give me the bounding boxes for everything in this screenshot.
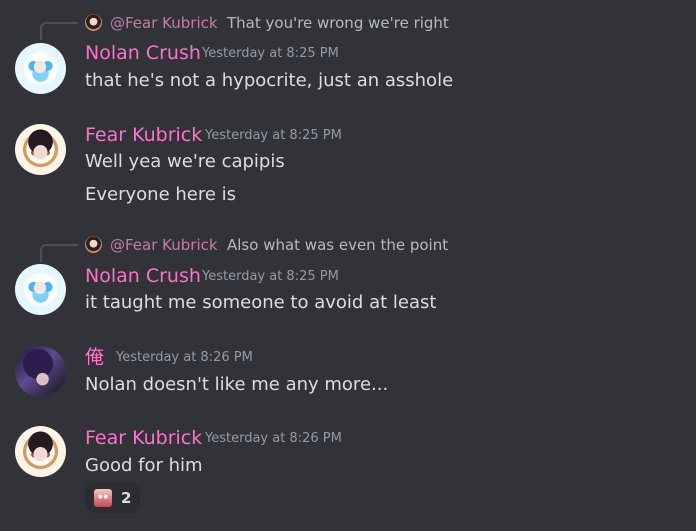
message-text: Well yea we're capipis bbox=[85, 151, 285, 172]
nolan-avatar[interactable] bbox=[15, 43, 66, 94]
reply-preview[interactable]: @Fear Kubrick Also what was even the poi… bbox=[40, 234, 680, 262]
reply-author-avatar[interactable] bbox=[85, 14, 102, 31]
reply-mention[interactable]: @Fear Kubrick bbox=[110, 12, 218, 34]
ore-avatar[interactable] bbox=[15, 346, 66, 397]
reply-mention[interactable]: @Fear Kubrick bbox=[110, 234, 218, 256]
message-text: that he's not a hypocrite, just an assho… bbox=[85, 70, 454, 91]
chat-log: @Fear Kubrick That you're wrong we're ri… bbox=[0, 0, 696, 531]
fear-avatar[interactable] bbox=[15, 426, 66, 477]
message-timestamp: Yesterday at 8:25 PM bbox=[205, 128, 342, 143]
message-text: Everyone here is bbox=[85, 184, 237, 205]
message-author-name[interactable]: Fear Kubrick bbox=[85, 426, 202, 450]
message-author-name[interactable]: Nolan Crush bbox=[85, 264, 201, 288]
message-text: Good for him bbox=[85, 455, 203, 476]
reply-text[interactable]: That you're wrong we're right bbox=[227, 12, 449, 34]
reply-text[interactable]: Also what was even the point bbox=[227, 234, 448, 256]
reply-spine bbox=[40, 244, 78, 262]
pink-face-emoji-icon bbox=[94, 489, 112, 507]
reaction-button[interactable]: 2 bbox=[85, 483, 140, 513]
reply-preview[interactable]: @Fear Kubrick That you're wrong we're ri… bbox=[40, 12, 680, 40]
message-timestamp: Yesterday at 8:25 PM bbox=[202, 46, 339, 61]
message-timestamp: Yesterday at 8:25 PM bbox=[202, 269, 339, 284]
message-text: Nolan doesn't like me any more... bbox=[85, 374, 389, 395]
nolan-avatar[interactable] bbox=[15, 264, 66, 315]
fear-avatar[interactable] bbox=[15, 124, 66, 175]
reply-author-avatar[interactable] bbox=[85, 236, 102, 253]
reply-spine bbox=[40, 22, 78, 40]
message-author-name[interactable]: 俺 bbox=[85, 345, 104, 369]
reaction-count: 2 bbox=[121, 489, 132, 507]
message-timestamp: Yesterday at 8:26 PM bbox=[116, 350, 253, 365]
message-timestamp: Yesterday at 8:26 PM bbox=[205, 431, 342, 446]
message-author-name[interactable]: Nolan Crush bbox=[85, 41, 201, 65]
message-text: it taught me someone to avoid at least bbox=[85, 292, 437, 313]
message-author-name[interactable]: Fear Kubrick bbox=[85, 123, 202, 147]
